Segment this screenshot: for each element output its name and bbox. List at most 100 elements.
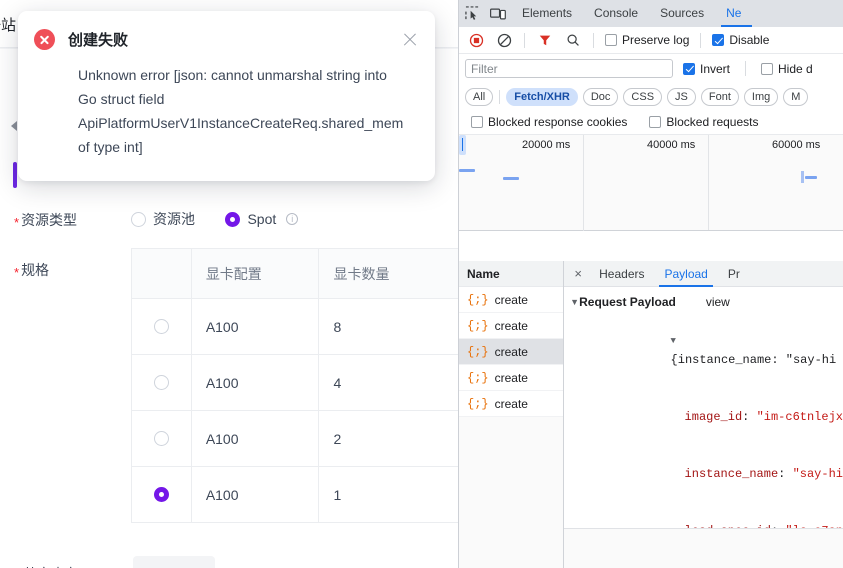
tab-headers[interactable]: Headers bbox=[590, 261, 653, 287]
section-accent-bar bbox=[13, 162, 17, 188]
spec-radio-1[interactable] bbox=[153, 375, 169, 390]
spec-row-radio-cell[interactable] bbox=[132, 299, 192, 354]
spec-col-gpu: 显卡配置 bbox=[192, 249, 320, 298]
close-icon[interactable] bbox=[402, 31, 419, 48]
radio-label-pool: 资源池 bbox=[153, 211, 195, 227]
json-icon: {;} bbox=[467, 344, 489, 359]
preserve-log-checkbox[interactable]: Preserve log bbox=[605, 33, 689, 47]
invert-label: Invert bbox=[700, 61, 731, 76]
spec-radio-0[interactable] bbox=[153, 319, 169, 334]
spec-radio-2[interactable] bbox=[153, 431, 169, 446]
info-icon[interactable]: i bbox=[286, 213, 299, 225]
list-item[interactable]: {;} create bbox=[459, 313, 564, 339]
chevron-down-icon[interactable]: ▼ bbox=[671, 332, 680, 351]
payload-root-text: {instance_name: "say-hi bbox=[670, 353, 837, 367]
checkbox-box[interactable] bbox=[761, 62, 774, 75]
search-icon[interactable] bbox=[560, 27, 586, 53]
checkbox-box[interactable] bbox=[649, 116, 662, 128]
tab-elements[interactable]: Elements bbox=[511, 0, 583, 27]
disable-cache-checkbox[interactable]: Disable bbox=[712, 33, 769, 47]
table-row[interactable]: A100 2 bbox=[132, 411, 458, 467]
radio-label-spot: Spot bbox=[247, 211, 277, 227]
type-filter-all[interactable]: All bbox=[465, 87, 494, 106]
filter-input[interactable] bbox=[465, 59, 673, 78]
list-item[interactable]: {;} create bbox=[459, 339, 564, 365]
payload-key: image_id bbox=[684, 410, 743, 424]
table-row[interactable]: A100 1 bbox=[132, 467, 458, 523]
invert-checkbox[interactable]: Invert bbox=[683, 62, 730, 76]
request-name: create bbox=[494, 370, 528, 385]
list-item[interactable]: {;} create bbox=[459, 287, 564, 313]
record-stop-icon[interactable] bbox=[463, 27, 489, 53]
request-name: create bbox=[494, 318, 528, 333]
payload-entry: instance_name: "say-hi bbox=[684, 467, 843, 481]
clear-network-icon[interactable] bbox=[491, 27, 517, 53]
filter-funnel-icon[interactable] bbox=[532, 27, 558, 53]
screen-root: 一站 *资源类型 资源池 Spot i bbox=[0, 0, 843, 568]
payload-entry: image_id: "im-c6tnlejx bbox=[684, 410, 843, 424]
list-item[interactable]: {;} create bbox=[459, 391, 564, 417]
spec-col-count: 显卡数量 bbox=[333, 265, 390, 282]
checkbox-box[interactable] bbox=[471, 116, 483, 128]
spec-row-radio-cell[interactable] bbox=[132, 355, 192, 410]
type-filter-doc[interactable]: Doc bbox=[582, 87, 619, 106]
tab-payload[interactable]: Payload bbox=[655, 261, 716, 287]
payload-root-line[interactable]: ▼ {instance_name: "say-hi bbox=[570, 312, 843, 389]
request-detail-tabs: × Headers Payload Pr bbox=[564, 261, 843, 287]
checkbox-box[interactable] bbox=[712, 34, 725, 46]
timeline-tick-1: 40000 ms bbox=[647, 139, 696, 151]
shared-mem-input[interactable] bbox=[133, 556, 215, 568]
blocked-response-cookies-checkbox[interactable]: Blocked response cookies bbox=[471, 115, 627, 129]
blocked-requests-checkbox[interactable]: Blocked requests bbox=[649, 115, 758, 129]
toolbar-separator bbox=[593, 32, 594, 48]
timeline-selection-handle[interactable] bbox=[459, 135, 466, 155]
network-overview-timeline[interactable]: 20000 ms 40000 ms 60000 ms bbox=[459, 135, 843, 231]
inspect-element-icon[interactable] bbox=[459, 1, 485, 27]
request-list: Name {;} create {;} create {;} create {;… bbox=[459, 261, 565, 568]
payload-key: instance_name bbox=[684, 467, 779, 481]
error-dialog-title: 创建失败 bbox=[68, 32, 129, 49]
device-toolbar-icon[interactable] bbox=[485, 1, 511, 27]
spec-count-3: 1 bbox=[333, 486, 342, 503]
type-filter-img[interactable]: Img bbox=[743, 87, 779, 106]
payload-section-header[interactable]: ▼ Request Payload view bbox=[570, 293, 843, 312]
radio-option-spot[interactable]: Spot i bbox=[225, 211, 299, 227]
type-filter-css[interactable]: CSS bbox=[623, 87, 663, 106]
radio-dot-spot[interactable] bbox=[225, 211, 241, 227]
timeline-request-bar bbox=[503, 177, 519, 180]
spec-row-radio-cell[interactable] bbox=[132, 411, 192, 466]
spec-radio-3[interactable] bbox=[153, 487, 169, 502]
type-filter-fetch-xhr[interactable]: Fetch/XHR bbox=[506, 87, 578, 106]
request-list-header: Name bbox=[459, 261, 564, 287]
request-name: create bbox=[494, 396, 528, 411]
tab-network[interactable]: Ne bbox=[715, 0, 753, 27]
resource-type-radio-group[interactable]: 资源池 Spot i bbox=[131, 209, 324, 229]
radio-option-pool[interactable]: 资源池 bbox=[131, 209, 195, 229]
list-item[interactable]: {;} create bbox=[459, 365, 564, 391]
json-icon: {;} bbox=[467, 370, 489, 385]
tab-preview[interactable]: Pr bbox=[719, 261, 749, 287]
radio-dot-pool[interactable] bbox=[131, 211, 146, 227]
checkbox-box[interactable] bbox=[605, 34, 617, 46]
back-arrow-icon[interactable] bbox=[11, 121, 17, 131]
required-star: * bbox=[14, 265, 20, 280]
hide-data-urls-checkbox[interactable]: Hide d bbox=[761, 62, 813, 76]
table-row[interactable]: A100 4 bbox=[132, 355, 458, 411]
type-filter-font[interactable]: Font bbox=[700, 87, 739, 106]
request-payload-view: ▼ Request Payload view ▼ {instance_name:… bbox=[564, 287, 843, 528]
close-icon[interactable]: × bbox=[568, 266, 588, 281]
disable-cache-label: Disable bbox=[729, 33, 770, 47]
table-row[interactable]: A100 8 bbox=[132, 299, 458, 355]
spec-gpu-0: A100 bbox=[192, 299, 320, 354]
json-icon: {;} bbox=[467, 318, 489, 333]
tab-console[interactable]: Console bbox=[583, 0, 649, 27]
chevron-down-icon[interactable]: ▼ bbox=[570, 293, 579, 312]
spec-count-1: 4 bbox=[333, 374, 342, 391]
spec-row-radio-cell[interactable] bbox=[132, 467, 192, 522]
error-dialog: 创建失败 Unknown error [json: cannot unmarsh… bbox=[18, 11, 435, 181]
tab-sources[interactable]: Sources bbox=[649, 0, 715, 27]
checkbox-box[interactable] bbox=[683, 62, 695, 75]
type-filter-js[interactable]: JS bbox=[667, 87, 696, 106]
view-source-link[interactable]: view bbox=[706, 293, 730, 312]
type-filter-media[interactable]: M bbox=[783, 87, 809, 106]
